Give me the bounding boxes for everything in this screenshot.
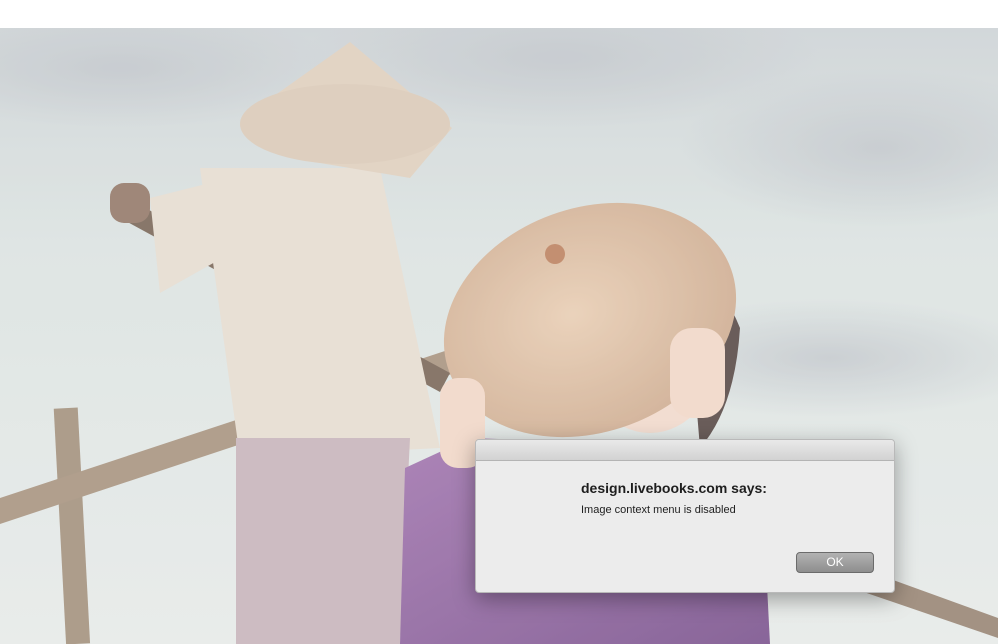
dialog-heading: design.livebooks.com says: <box>581 480 767 496</box>
top-white-strip <box>0 0 998 28</box>
ok-button[interactable]: OK <box>796 552 874 573</box>
dialog-titlebar[interactable] <box>476 440 894 461</box>
dialog-message: Image context menu is disabled <box>581 504 736 516</box>
browser-page: design.livebooks.com says: Image context… <box>0 0 998 644</box>
alert-dialog: design.livebooks.com says: Image context… <box>475 439 895 593</box>
